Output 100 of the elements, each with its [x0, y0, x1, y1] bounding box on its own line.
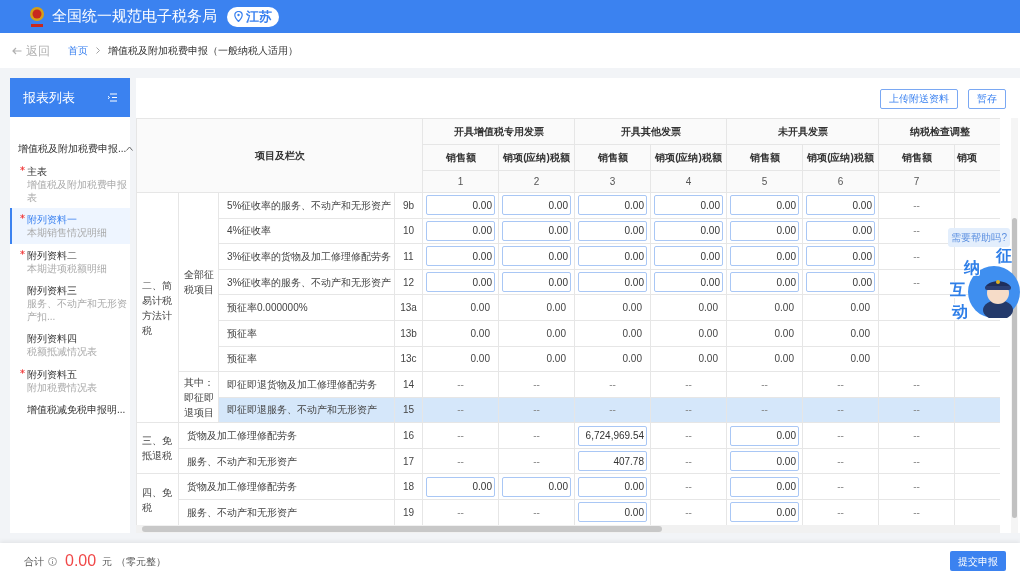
scrollbar-thumb[interactable]	[142, 526, 662, 532]
line-number: 18	[394, 473, 423, 500]
report-list-item[interactable]: 附列资料五 附加税费情况表	[10, 362, 130, 398]
table-cell-text: --	[836, 454, 845, 469]
table-cell-text: --	[912, 249, 921, 264]
table-cell-text: --	[532, 403, 541, 418]
amount-input[interactable]: 0.00	[578, 195, 647, 216]
amount-input[interactable]: 6,724,969.54	[578, 425, 647, 446]
list-icon[interactable]	[108, 93, 117, 102]
amount-input[interactable]: 0.00	[730, 272, 799, 292]
column-header: 销项(应纳)税额	[498, 144, 575, 171]
table-cell-text: --	[912, 377, 921, 392]
table-cell-text: --	[684, 480, 693, 495]
amount-input[interactable]: 0.00	[730, 195, 799, 216]
table-cell-text: --	[684, 403, 693, 418]
report-list-item[interactable]: 附列资料四 税额抵减情况表	[10, 327, 130, 363]
amount-input[interactable]: 0.00	[730, 246, 799, 267]
row-label: 即征即退服务、不动产和无形资产	[218, 397, 395, 423]
amount-input[interactable]: 0.00	[502, 246, 571, 267]
amount-input[interactable]: 0.00	[426, 195, 495, 216]
line-number: 13c	[394, 346, 423, 372]
line-number: 13b	[394, 320, 423, 346]
amount-input[interactable]: 0.00	[654, 195, 723, 216]
subsection-label: 其中：即征即退项目	[178, 371, 219, 423]
section-label: 二、简易计税方法计税	[136, 192, 179, 423]
mascot-label: 互	[950, 282, 966, 298]
row-label: 3%征收率的服务、不动产和无形资产	[218, 269, 395, 295]
amount-input[interactable]: 407.78	[578, 451, 647, 472]
table-cell-text: 0.00	[849, 301, 870, 316]
amount-input[interactable]: 0.00	[578, 476, 647, 497]
table-cell-text: --	[836, 377, 845, 392]
table-cell-text: --	[456, 377, 465, 392]
amount-input[interactable]: 0.00	[426, 246, 495, 267]
amount-input[interactable]: 0.00	[426, 272, 495, 292]
amount-input[interactable]: 0.00	[730, 502, 799, 523]
amount-input[interactable]: 0.00	[730, 451, 799, 472]
column-group-header: 未开具发票	[726, 118, 879, 145]
table-cell-text: 0.00	[621, 352, 642, 367]
amount-input[interactable]: 0.00	[578, 220, 647, 241]
toolbar-button[interactable]: 上传附送资料	[880, 88, 958, 109]
report-group-header[interactable]: 增值税及附加税费申报...	[10, 137, 130, 160]
row-label: 5%征收率的服务、不动产和无形资产	[218, 192, 395, 219]
table-cell-text: 0.00	[849, 326, 870, 341]
horizontal-scrollbar[interactable]	[136, 525, 1000, 533]
required-icon	[20, 249, 25, 255]
amount-input[interactable]: 0.00	[806, 246, 875, 267]
table-cell-text: 0.00	[621, 301, 642, 316]
toolbar-button[interactable]: 暂存	[968, 88, 1006, 109]
amount-input[interactable]: 0.00	[730, 220, 799, 241]
amount-input[interactable]: 0.00	[654, 246, 723, 267]
amount-input[interactable]: 0.00	[806, 220, 875, 241]
report-list-item[interactable]: 附列资料三 服务、不动产和无形资产扣...	[10, 279, 130, 327]
column-header: 销项(应纳)税额	[802, 144, 879, 171]
section-label: 三、免抵退税	[136, 422, 179, 474]
table-cell-text: 0.00	[545, 301, 566, 316]
mascot-label: 征	[996, 248, 1012, 264]
report-list-item[interactable]: 附列资料二 本期进项税额明细	[10, 243, 130, 279]
report-list-item[interactable]: 主表 增值税及附加税费申报表	[10, 160, 130, 208]
amount-input[interactable]: 0.00	[578, 272, 647, 292]
submit-button[interactable]: 提交申报	[950, 551, 1006, 571]
sidebar-title: 报表列表	[23, 88, 75, 107]
table-cell-text: --	[836, 480, 845, 495]
amount-input[interactable]: 0.00	[502, 220, 571, 241]
total-label: 合计	[24, 554, 44, 569]
line-number: 16	[394, 422, 423, 449]
amount-input[interactable]: 0.00	[730, 425, 799, 446]
amount-input[interactable]: 0.00	[578, 502, 647, 523]
amount-input[interactable]: 0.00	[426, 476, 495, 497]
amount-input[interactable]: 0.00	[654, 220, 723, 241]
amount-input[interactable]: 0.00	[426, 220, 495, 241]
table-cell-text: --	[684, 505, 693, 520]
table-cell-text: 0.00	[545, 352, 566, 367]
column-header: 销售额	[726, 144, 803, 171]
line-number: 13a	[394, 294, 423, 321]
amount-input[interactable]: 0.00	[502, 272, 571, 292]
required-icon	[20, 368, 25, 374]
table-cell-text: --	[760, 403, 769, 418]
mascot-label: 动	[952, 304, 968, 320]
vertical-scrollbar[interactable]	[1011, 118, 1018, 533]
row-label: 货物及加工修理修配劳务	[178, 473, 395, 500]
line-number: 9b	[394, 192, 423, 219]
amount-input[interactable]: 0.00	[578, 246, 647, 267]
table-cell-text: --	[532, 377, 541, 392]
amount-input[interactable]: 0.00	[502, 195, 571, 216]
amount-input[interactable]: 0.00	[654, 272, 723, 292]
amount-in-words: （零元整）	[116, 554, 167, 569]
row-label: 预征率	[218, 320, 395, 346]
column-group-header: 开具其他发票	[574, 118, 727, 145]
amount-input[interactable]: 0.00	[502, 476, 571, 497]
amount-input[interactable]: 0.00	[730, 476, 799, 497]
amount-input[interactable]: 0.00	[806, 272, 875, 292]
amount-input[interactable]: 0.00	[806, 195, 875, 216]
report-list-item[interactable]: 附列资料一 本期销售情况明细	[10, 208, 130, 244]
region-selector[interactable]: 江苏	[227, 6, 279, 27]
table-cell-text: --	[456, 403, 465, 418]
breadcrumb-link[interactable]: 首页	[68, 43, 88, 58]
table-cell-text: 0.00	[469, 352, 490, 367]
total-amount: 0.00	[65, 551, 97, 571]
report-list-item[interactable]: 增值税减免税申报明...	[10, 398, 130, 421]
column-header: 销项(应纳)税额	[650, 144, 727, 171]
